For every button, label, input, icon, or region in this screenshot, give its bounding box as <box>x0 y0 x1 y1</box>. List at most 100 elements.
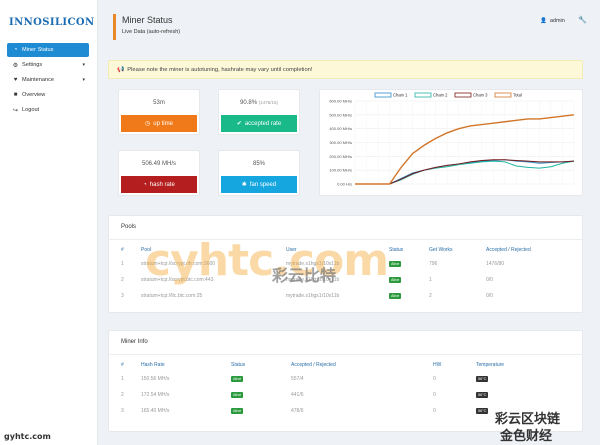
table-row: 3 stratum+tcp://ltc.btc.com:25 mytrade.s1h… <box>121 288 576 304</box>
sidebar-item-label: Maintenance <box>22 77 55 83</box>
status-badge: Alive <box>389 293 402 299</box>
accepted-value: 90.8% <box>240 100 258 106</box>
chart-y-tick-label: 200.00 MH/s <box>329 154 352 159</box>
column-header[interactable]: Get Works <box>429 243 486 256</box>
dashboard-icon: ◔ <box>13 47 18 53</box>
user-cell: mytrade.s1hgs1r10x11b <box>286 293 340 299</box>
notice-text: Please note the miner is autotuning, has… <box>127 66 313 73</box>
chart-series-line-chain-1 <box>355 159 575 185</box>
chart-legend-label: Chain 3 <box>473 93 488 98</box>
dashboard-icon: ◔ <box>143 181 147 188</box>
sidebar-item-maintenance[interactable]: ♥ Maintenance ▾ <box>7 73 89 87</box>
column-header[interactable]: HW <box>433 358 476 371</box>
column-header[interactable]: # <box>121 243 141 256</box>
status-badge: Alive <box>231 376 244 382</box>
column-header[interactable]: Accepted / Rejected <box>486 243 576 256</box>
ar-cell: 1476/80 <box>486 261 505 267</box>
clock-icon: ◷ <box>145 121 151 127</box>
user-icon: 👤 <box>540 18 547 24</box>
sidebar-item-logout[interactable]: ↪ Logout <box>7 103 89 117</box>
miner-info-title: Miner Info <box>121 339 148 345</box>
chart-series-line-total <box>355 114 575 185</box>
check-icon: ✔ <box>236 121 242 127</box>
uptime-label: up time <box>153 120 173 127</box>
hashrate-chart: 600.00 MH/s 500.00 MH/s 400.00 MH/s 300.00 … <box>319 89 583 196</box>
snowflake-icon: ✱ <box>241 182 247 188</box>
sidebar-item-label: Overview <box>22 92 46 98</box>
works-cell: 1 <box>429 277 432 283</box>
autotune-notice: 📢 Please note the miner is autotuning, h… <box>108 60 583 79</box>
hashrate-label: hash rate <box>149 181 175 188</box>
page-subtitle: Live Data (auto-refresh) <box>122 29 181 35</box>
watermark-cloud-logo: cyhtc.com <box>145 235 389 286</box>
page-title: Miner Status <box>122 15 173 25</box>
uptime-label-bar: ◷ up time <box>121 115 197 132</box>
hw-cell: 0 <box>433 376 436 382</box>
chart-legend-label: Chain 1 <box>393 93 408 98</box>
temp-cell: 56°C <box>476 371 576 387</box>
hashrate-value: 506.49 MH/s <box>141 161 177 167</box>
status-badge: Alive <box>231 392 244 398</box>
column-header[interactable]: Accepted / Rejected <box>291 358 433 371</box>
gear-icon: ⚙ <box>12 62 19 69</box>
status-badge: Alive <box>389 261 402 267</box>
ar-cell: 557/4 <box>291 376 304 382</box>
rate-cell: 165.40 MH/s <box>141 408 170 414</box>
chart-y-tick-label: 600.00 MH/s <box>329 99 352 104</box>
status-cell: Alive <box>389 272 429 288</box>
n-cell: 2 <box>121 277 124 283</box>
chart-y-tick-label: 0.00 H/s <box>337 182 352 187</box>
column-header[interactable]: Status <box>231 358 291 371</box>
sidebar-item-overview[interactable]: ■ Overview <box>7 88 89 102</box>
chart-series-line-chain-2 <box>355 160 575 185</box>
works-cell: 796 <box>429 261 438 267</box>
chart-legend-swatch <box>374 92 392 98</box>
main-content: Miner Status Live Data (auto-refresh) 👤 … <box>98 0 600 445</box>
wrench-icon[interactable]: 🔧 <box>578 16 587 24</box>
temperature-badge: 56°C <box>476 408 489 414</box>
watermark-cn3: 金色财经 <box>500 429 553 444</box>
column-header[interactable]: # <box>121 358 141 371</box>
status-cell: Alive <box>231 387 291 403</box>
miner-info-divider <box>109 354 582 355</box>
chart-y-tick-label: 100.00 MH/s <box>329 168 352 173</box>
accepted-value-row: 90.8% (1476/16) <box>219 100 299 106</box>
watermark-cn1: 彩云比特 <box>272 266 337 285</box>
uptime-value: 53m <box>153 100 165 106</box>
pool-cell: stratum+tcp://ltc.btc.com:25 <box>141 293 203 299</box>
temperature-badge: 56°C <box>476 376 489 382</box>
sidebar: INNOSILICON ◔ Miner Status ⚙ Settings ▾ ♥ Main… <box>0 0 98 445</box>
temperature-badge: 56°C <box>476 392 489 398</box>
user-menu[interactable]: 👤 admin <box>540 18 565 24</box>
book-icon: ■ <box>13 92 18 98</box>
chart-legend-label: Chain 2 <box>433 93 448 98</box>
sidebar-item-settings[interactable]: ⚙ Settings ▾ <box>7 58 89 72</box>
sidebar-item-miner-status[interactable]: ◔ Miner Status <box>7 43 89 57</box>
fan-label-bar: ✱ fan speed <box>221 176 297 193</box>
chart-legend-swatch <box>454 92 472 98</box>
column-header[interactable]: Status <box>389 243 429 256</box>
hw-cell: 0 <box>433 408 436 414</box>
ar-cell: 478/6 <box>291 408 304 414</box>
page-header: Miner Status Live Data (auto-refresh) 👤 … <box>108 10 588 46</box>
rate-cell: 150.56 MH/s <box>141 376 170 382</box>
chart-y-tick-label: 300.00 MH/s <box>329 140 352 145</box>
hashrate-card: 506.49 MH/s ◔ hash rate <box>118 150 200 196</box>
status-badge: Alive <box>389 277 402 283</box>
status-cell: Alive <box>231 371 291 387</box>
status-cell: Alive <box>231 403 291 419</box>
temp-cell: 56°C <box>476 387 576 403</box>
ar-cell: 0/0 <box>486 293 493 299</box>
watermark-mid-text: cyhtc.com <box>145 235 389 286</box>
chevron-down-icon: ▾ <box>82 77 85 83</box>
column-header[interactable]: Hash Rate <box>141 358 231 371</box>
column-header[interactable]: Temperature <box>476 358 576 371</box>
chart-y-tick-label: 500.00 MH/s <box>329 112 352 117</box>
username: admin <box>549 18 565 24</box>
accepted-label: accepted rate <box>244 120 282 127</box>
n-cell: 3 <box>121 293 124 299</box>
n-cell: 2 <box>121 392 124 398</box>
bullhorn-icon: 📢 <box>117 66 125 73</box>
accepted-detail: (1476/16) <box>258 100 278 105</box>
hashrate-label-bar: ◔ hash rate <box>121 176 197 193</box>
